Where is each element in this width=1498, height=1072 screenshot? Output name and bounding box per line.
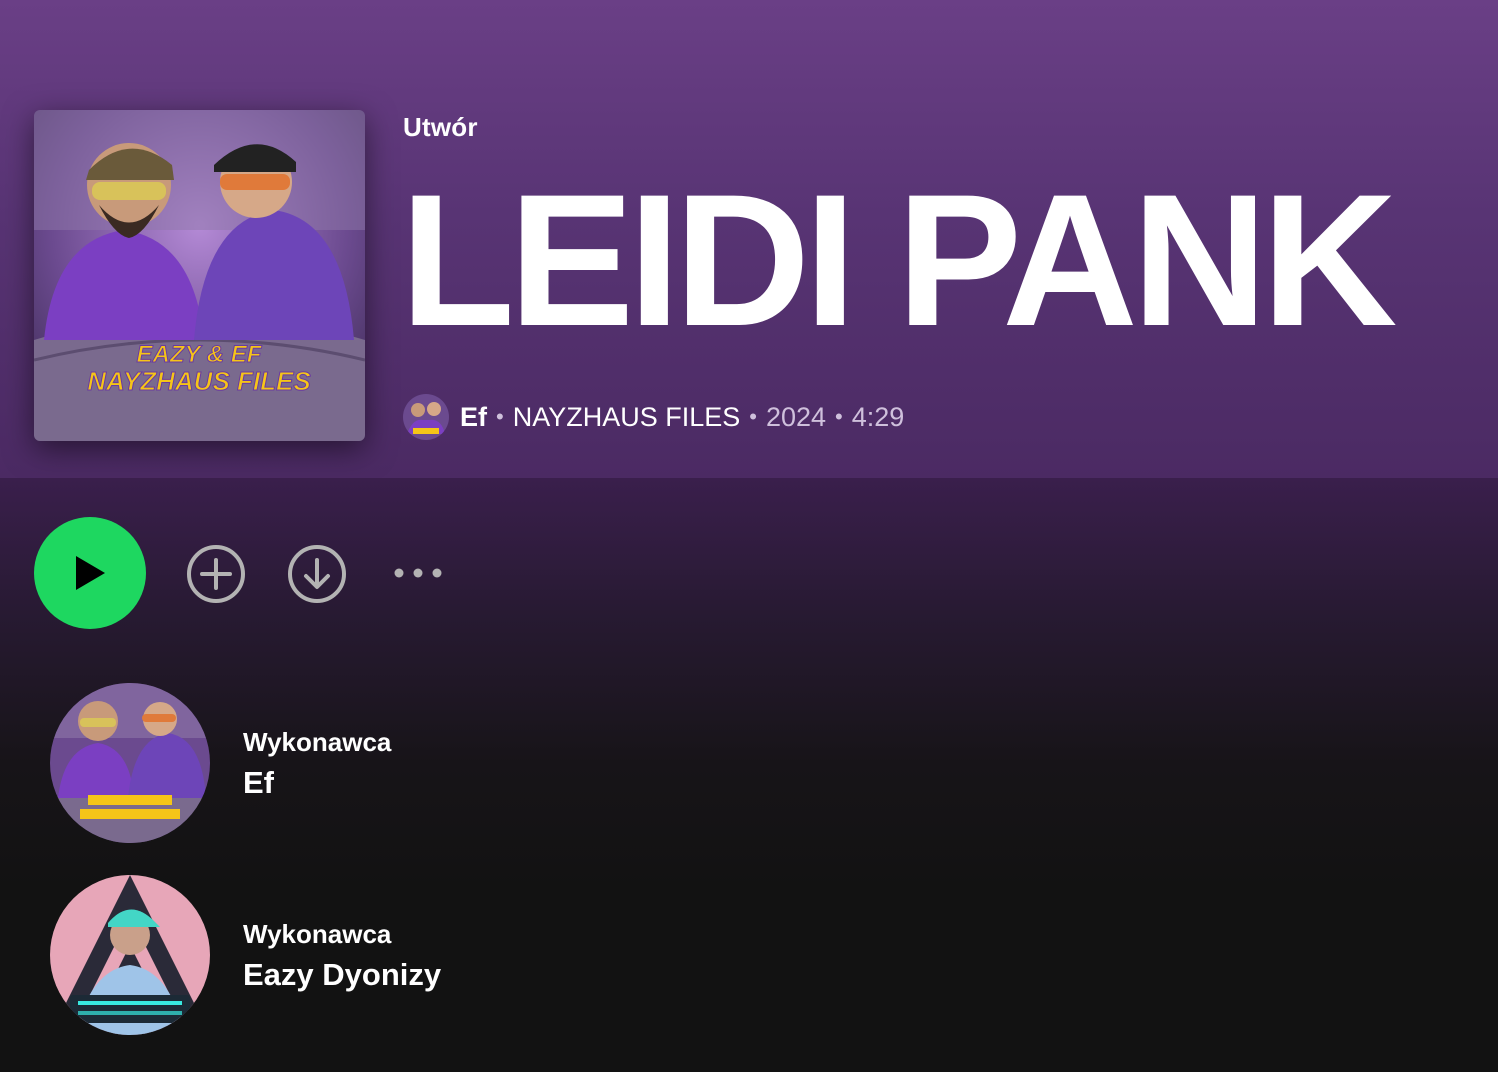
artist-role: Wykonawca xyxy=(243,727,392,757)
artist-avatar[interactable] xyxy=(50,875,210,1035)
separator-dot: • xyxy=(835,404,843,429)
cover-text-1: EAZY & EF xyxy=(137,341,263,368)
artist-avatar[interactable] xyxy=(50,683,210,843)
artist-row[interactable]: Wykonawca Ef xyxy=(50,683,850,843)
separator-dot: • xyxy=(496,404,504,429)
track-duration: 4:29 xyxy=(851,401,905,432)
artist-name[interactable]: Eazy Dyonizy xyxy=(243,957,441,993)
download-circle-icon xyxy=(288,545,346,603)
album-cover: EAZY & EF NAYZHAUS FILES xyxy=(34,110,365,441)
plus-circle-icon xyxy=(187,545,245,603)
download-button[interactable] xyxy=(287,544,347,609)
track-title: LEIDI PANK xyxy=(400,155,1397,365)
release-year: 2024 xyxy=(765,401,827,432)
separator-dot: • xyxy=(749,404,757,429)
track-meta: Ef • NAYZHAUS FILES • 2024 • 4:29 xyxy=(403,393,904,441)
play-icon xyxy=(76,556,105,590)
album-cover-art: EAZY & EF NAYZHAUS FILES xyxy=(34,110,365,441)
artist-role: Wykonawca xyxy=(243,919,392,949)
artist-row[interactable]: Wykonawca Eazy Dyonizy xyxy=(50,875,850,1035)
more-options-button[interactable] xyxy=(391,562,447,589)
artist-link[interactable]: Ef xyxy=(460,402,487,433)
artist-mini-avatar[interactable] xyxy=(403,394,449,440)
type-label: Utwór xyxy=(403,112,478,142)
cover-text-2: NAYZHAUS FILES xyxy=(87,366,311,396)
add-to-library-button[interactable] xyxy=(186,544,246,609)
more-dots-icon xyxy=(394,568,442,578)
album-link[interactable]: NAYZHAUS FILES xyxy=(513,402,741,433)
artist-name[interactable]: Ef xyxy=(243,765,274,801)
play-button[interactable] xyxy=(34,517,146,629)
track-header: EAZY & EF NAYZHAUS FILES Utwór LEIDI PAN… xyxy=(0,0,1498,478)
